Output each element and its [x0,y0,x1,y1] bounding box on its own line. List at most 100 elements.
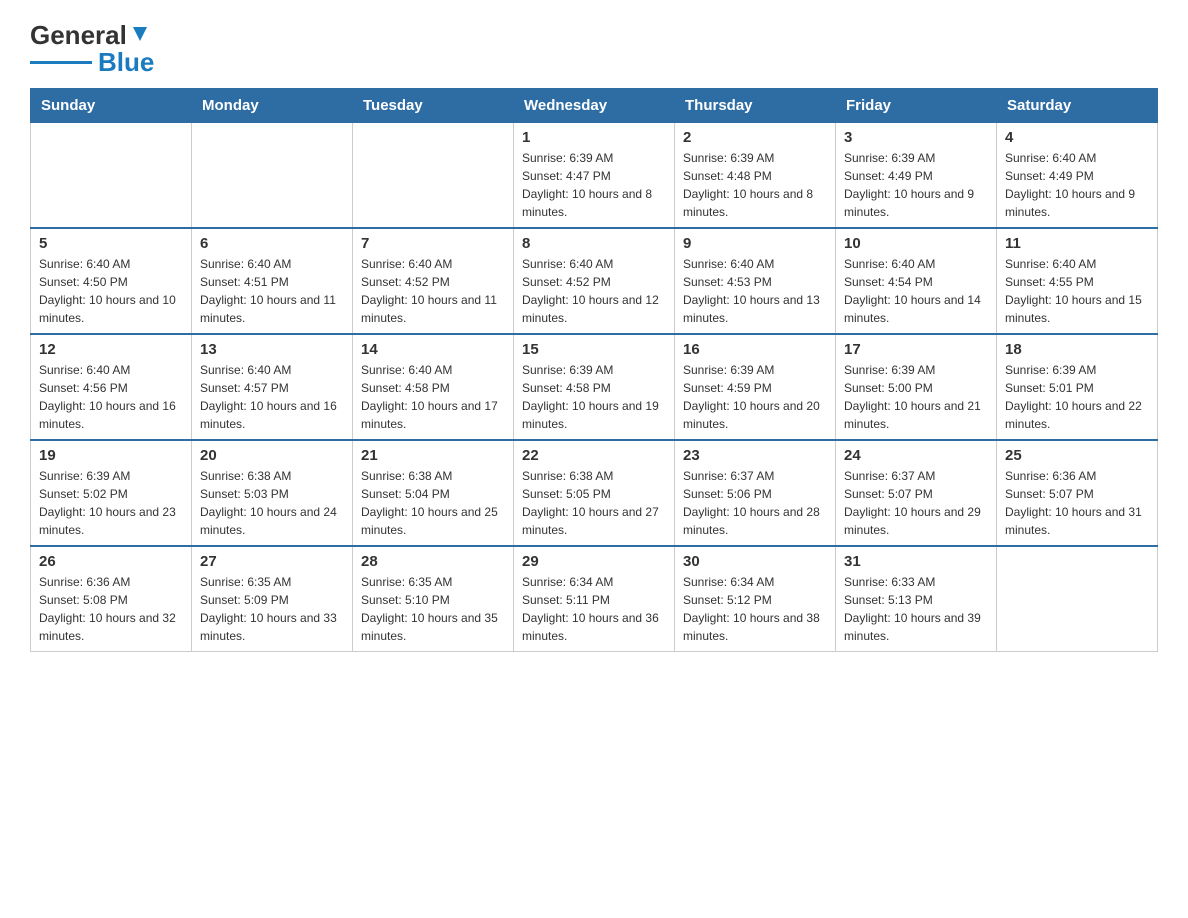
day-info: Sunrise: 6:34 AM Sunset: 5:11 PM Dayligh… [522,573,666,645]
day-number: 5 [39,235,183,252]
calendar-day-cell: 10 Sunrise: 6:40 AM Sunset: 4:54 PM Dayli… [836,228,997,334]
day-number: 30 [683,553,827,570]
day-info: Sunrise: 6:35 AM Sunset: 5:09 PM Dayligh… [200,573,344,645]
day-number: 12 [39,341,183,358]
calendar-day-cell: 14 Sunrise: 6:40 AM Sunset: 4:58 PM Dayli… [353,334,514,440]
day-number: 13 [200,341,344,358]
day-number: 14 [361,341,505,358]
day-info: Sunrise: 6:40 AM Sunset: 4:55 PM Dayligh… [1005,255,1149,327]
calendar-day-cell [31,123,192,229]
day-info: Sunrise: 6:39 AM Sunset: 4:49 PM Dayligh… [844,149,988,221]
day-info: Sunrise: 6:40 AM Sunset: 4:52 PM Dayligh… [522,255,666,327]
day-number: 21 [361,447,505,464]
day-number: 15 [522,341,666,358]
calendar-day-cell: 2 Sunrise: 6:39 AM Sunset: 4:48 PM Daylig… [675,123,836,229]
day-of-week-header: Sunday [31,89,192,123]
day-info: Sunrise: 6:36 AM Sunset: 5:08 PM Dayligh… [39,573,183,645]
day-number: 7 [361,235,505,252]
calendar-day-cell: 30 Sunrise: 6:34 AM Sunset: 5:12 PM Dayli… [675,546,836,652]
day-of-week-header: Thursday [675,89,836,123]
day-info: Sunrise: 6:38 AM Sunset: 5:03 PM Dayligh… [200,467,344,539]
page-header: General Blue [30,20,1158,78]
calendar-day-cell: 24 Sunrise: 6:37 AM Sunset: 5:07 PM Dayli… [836,440,997,546]
calendar-week-row: 5Sunrise: 6:40 AM Sunset: 4:50 PM Daylig… [31,228,1158,334]
day-info: Sunrise: 6:40 AM Sunset: 4:56 PM Dayligh… [39,361,183,433]
day-of-week-header: Tuesday [353,89,514,123]
day-info: Sunrise: 6:37 AM Sunset: 5:06 PM Dayligh… [683,467,827,539]
day-number: 11 [1005,235,1149,252]
day-info: Sunrise: 6:40 AM Sunset: 4:54 PM Dayligh… [844,255,988,327]
day-info: Sunrise: 6:39 AM Sunset: 4:58 PM Dayligh… [522,361,666,433]
day-number: 4 [1005,129,1149,146]
calendar-day-cell: 11 Sunrise: 6:40 AM Sunset: 4:55 PM Dayli… [997,228,1158,334]
day-info: Sunrise: 6:39 AM Sunset: 4:59 PM Dayligh… [683,361,827,433]
day-number: 10 [844,235,988,252]
day-info: Sunrise: 6:40 AM Sunset: 4:49 PM Dayligh… [1005,149,1149,221]
day-info: Sunrise: 6:37 AM Sunset: 5:07 PM Dayligh… [844,467,988,539]
day-info: Sunrise: 6:35 AM Sunset: 5:10 PM Dayligh… [361,573,505,645]
calendar-day-cell: 19 Sunrise: 6:39 AM Sunset: 5:02 PM Dayli… [31,440,192,546]
calendar-week-row: 26 Sunrise: 6:36 AM Sunset: 5:08 PM Dayli… [31,546,1158,652]
day-number: 16 [683,341,827,358]
day-number: 19 [39,447,183,464]
calendar-day-cell: 20 Sunrise: 6:38 AM Sunset: 5:03 PM Dayli… [192,440,353,546]
day-of-week-header: Saturday [997,89,1158,123]
calendar-week-row: 12 Sunrise: 6:40 AM Sunset: 4:56 PM Dayli… [31,334,1158,440]
day-number: 22 [522,447,666,464]
calendar-day-cell: 17 Sunrise: 6:39 AM Sunset: 5:00 PM Dayli… [836,334,997,440]
day-number: 9 [683,235,827,252]
day-info: Sunrise: 6:39 AM Sunset: 4:47 PM Dayligh… [522,149,666,221]
day-number: 6 [200,235,344,252]
day-number: 23 [683,447,827,464]
logo-blue: Blue [98,47,154,78]
calendar-week-row: 1Sunrise: 6:39 AM Sunset: 4:47 PM Daylig… [31,123,1158,229]
logo-triangle-icon [129,23,151,45]
calendar-day-cell [353,123,514,229]
day-number: 20 [200,447,344,464]
calendar-day-cell: 16 Sunrise: 6:39 AM Sunset: 4:59 PM Dayli… [675,334,836,440]
day-info: Sunrise: 6:39 AM Sunset: 5:00 PM Dayligh… [844,361,988,433]
day-of-week-header: Friday [836,89,997,123]
calendar-week-row: 19 Sunrise: 6:39 AM Sunset: 5:02 PM Dayli… [31,440,1158,546]
day-info: Sunrise: 6:38 AM Sunset: 5:05 PM Dayligh… [522,467,666,539]
day-number: 25 [1005,447,1149,464]
day-of-week-header: Monday [192,89,353,123]
calendar-day-cell: 13 Sunrise: 6:40 AM Sunset: 4:57 PM Dayli… [192,334,353,440]
day-number: 24 [844,447,988,464]
day-number: 18 [1005,341,1149,358]
logo-underline [30,61,92,64]
calendar-day-cell: 18 Sunrise: 6:39 AM Sunset: 5:01 PM Dayli… [997,334,1158,440]
calendar-day-cell: 1Sunrise: 6:39 AM Sunset: 4:47 PM Daylig… [514,123,675,229]
day-info: Sunrise: 6:39 AM Sunset: 5:01 PM Dayligh… [1005,361,1149,433]
calendar-day-cell: 9 Sunrise: 6:40 AM Sunset: 4:53 PM Daylig… [675,228,836,334]
calendar-day-cell: 7Sunrise: 6:40 AM Sunset: 4:52 PM Daylig… [353,228,514,334]
calendar-day-cell: 23 Sunrise: 6:37 AM Sunset: 5:06 PM Dayli… [675,440,836,546]
day-of-week-header: Wednesday [514,89,675,123]
calendar-day-cell: 4 Sunrise: 6:40 AM Sunset: 4:49 PM Daylig… [997,123,1158,229]
day-info: Sunrise: 6:34 AM Sunset: 5:12 PM Dayligh… [683,573,827,645]
logo: General Blue [30,20,154,78]
day-number: 29 [522,553,666,570]
calendar-day-cell: 25 Sunrise: 6:36 AM Sunset: 5:07 PM Dayli… [997,440,1158,546]
day-info: Sunrise: 6:40 AM Sunset: 4:58 PM Dayligh… [361,361,505,433]
calendar-day-cell: 12 Sunrise: 6:40 AM Sunset: 4:56 PM Dayli… [31,334,192,440]
day-number: 2 [683,129,827,146]
day-info: Sunrise: 6:40 AM Sunset: 4:57 PM Dayligh… [200,361,344,433]
day-info: Sunrise: 6:39 AM Sunset: 5:02 PM Dayligh… [39,467,183,539]
calendar-day-cell: 31Sunrise: 6:33 AM Sunset: 5:13 PM Dayli… [836,546,997,652]
day-number: 17 [844,341,988,358]
calendar-day-cell [192,123,353,229]
day-number: 27 [200,553,344,570]
day-info: Sunrise: 6:40 AM Sunset: 4:53 PM Dayligh… [683,255,827,327]
day-info: Sunrise: 6:36 AM Sunset: 5:07 PM Dayligh… [1005,467,1149,539]
calendar-day-cell: 26 Sunrise: 6:36 AM Sunset: 5:08 PM Dayli… [31,546,192,652]
calendar-day-cell: 8Sunrise: 6:40 AM Sunset: 4:52 PM Daylig… [514,228,675,334]
calendar-day-cell: 5Sunrise: 6:40 AM Sunset: 4:50 PM Daylig… [31,228,192,334]
calendar-day-cell: 27 Sunrise: 6:35 AM Sunset: 5:09 PM Dayli… [192,546,353,652]
calendar-day-cell [997,546,1158,652]
calendar-header-row: SundayMondayTuesdayWednesdayThursdayFrid… [31,89,1158,123]
day-number: 26 [39,553,183,570]
day-info: Sunrise: 6:39 AM Sunset: 4:48 PM Dayligh… [683,149,827,221]
calendar-day-cell: 29 Sunrise: 6:34 AM Sunset: 5:11 PM Dayli… [514,546,675,652]
calendar-day-cell: 15 Sunrise: 6:39 AM Sunset: 4:58 PM Dayli… [514,334,675,440]
